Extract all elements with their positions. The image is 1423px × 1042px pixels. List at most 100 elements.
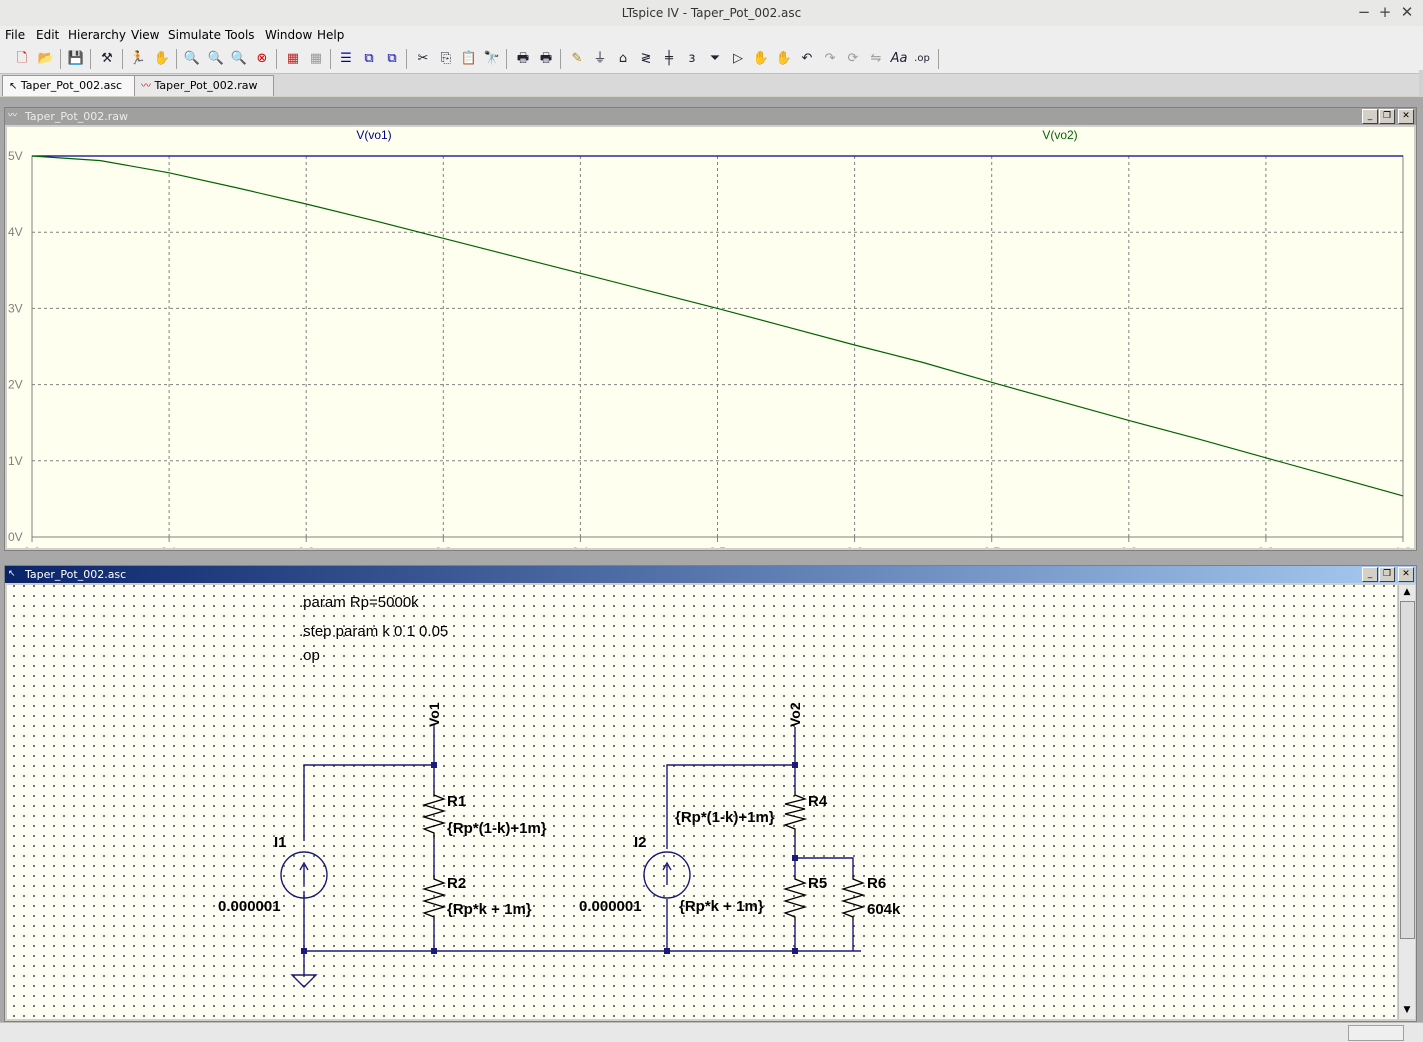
find-icon[interactable]: 🔭 <box>482 49 502 69</box>
resistor-r4-symbol[interactable] <box>783 791 808 835</box>
menu-tools[interactable]: Tools <box>225 28 255 42</box>
component-value-i2[interactable]: 0.000001 <box>579 898 642 915</box>
rotate-icon[interactable]: ⟳ <box>843 49 863 69</box>
menu-view[interactable]: View <box>131 28 159 42</box>
mirror-icon[interactable]: ⇋ <box>866 49 886 69</box>
directive-step[interactable]: .step param k 0 1 0.05 <box>299 623 448 640</box>
menu-file[interactable]: File <box>5 28 25 42</box>
component-name-i1[interactable]: I1 <box>274 834 287 851</box>
scrollbar-thumb[interactable] <box>1400 601 1415 939</box>
component-name-r6[interactable]: R6 <box>867 875 886 892</box>
wire[interactable] <box>795 857 854 875</box>
component-value-r4[interactable]: {Rp*(1-k)+1m} <box>675 809 775 826</box>
tab-waveform[interactable]: 〰 Taper_Pot_002.raw <box>134 75 274 96</box>
copy-icon[interactable]: ⎘ <box>436 49 456 69</box>
y-tick-label: 5V <box>8 149 23 163</box>
zoom-pan-icon[interactable]: 🔍 <box>206 49 226 69</box>
undo-icon[interactable]: ↶ <box>797 49 817 69</box>
component-value-r1[interactable]: {Rp*(1-k)+1m} <box>447 820 547 837</box>
resistor-r5-symbol[interactable] <box>782 875 808 921</box>
menu-simulate[interactable]: Simulate <box>168 28 221 42</box>
ground-icon[interactable]: ⏚ <box>590 49 610 69</box>
zoom-fit-icon[interactable]: ⊗ <box>252 49 272 69</box>
print-icon[interactable]: 🖶 <box>536 49 556 69</box>
trace-label-vo2[interactable]: V(vo2) <box>1042 128 1077 142</box>
component-name-r2[interactable]: R2 <box>447 875 466 892</box>
maximize-icon[interactable]: + <box>1375 3 1395 21</box>
resistor-icon[interactable]: ≷ <box>636 49 656 69</box>
diode-icon[interactable]: ⏷ <box>705 49 725 69</box>
restore-icon[interactable]: ❐ <box>1379 109 1395 124</box>
menu-hierarchy[interactable]: Hierarchy <box>68 28 126 42</box>
component-name-r4[interactable]: R4 <box>808 793 828 810</box>
spice-directive-icon[interactable]: .op <box>912 49 932 69</box>
resistor-r2-symbol[interactable] <box>421 875 447 921</box>
run-icon[interactable]: 🏃 <box>128 49 148 69</box>
tab-schematic[interactable]: ↖ Taper_Pot_002.asc <box>2 75 140 96</box>
component-icon[interactable]: ▷ <box>728 49 748 69</box>
directive-param[interactable]: .param Rp=5000k <box>299 594 419 611</box>
wire[interactable] <box>303 727 435 841</box>
tile-horizontal-icon[interactable]: ☰ <box>336 49 356 69</box>
junctions <box>301 762 798 954</box>
directive-op[interactable]: .op <box>299 647 320 664</box>
component-value-r5[interactable]: {Rp*k + 1m} <box>679 898 764 915</box>
paste-icon[interactable]: 📋 <box>459 49 479 69</box>
component-value-r2[interactable]: {Rp*k + 1m} <box>447 901 532 918</box>
halt-icon[interactable]: ✋ <box>152 49 172 69</box>
close-icon[interactable]: ✕ <box>1398 109 1414 124</box>
minimize-icon[interactable]: _ <box>1362 109 1378 124</box>
save-icon[interactable]: 💾 <box>66 49 86 69</box>
component-name-r5[interactable]: R5 <box>808 875 827 892</box>
waveform-window-title-bar[interactable]: 〰 Taper_Pot_002.raw _ ❐ ✕ <box>5 108 1416 125</box>
move-icon[interactable]: ✋ <box>751 49 771 69</box>
schematic-drawing[interactable]: .param Rp=5000k .step param k 0 1 0.05 .… <box>7 585 1397 1019</box>
scroll-down-icon[interactable]: ▼ <box>1399 1003 1415 1017</box>
component-value-i1[interactable]: 0.000001 <box>218 898 281 915</box>
tile-vertical-icon[interactable]: ⧉ <box>359 49 379 69</box>
open-icon[interactable]: 📂 <box>36 49 56 69</box>
ground-icon[interactable] <box>290 974 318 988</box>
component-name-r1[interactable]: R1 <box>447 793 466 810</box>
schematic-canvas[interactable]: .param Rp=5000k .step param k 0 1 0.05 .… <box>7 585 1397 1019</box>
draw-wire-icon[interactable]: ✎ <box>567 49 587 69</box>
minimize-icon[interactable]: − <box>1354 3 1374 21</box>
waveform-plot-area[interactable]: 0.0 0.1 0.2 0.3 0.4 0.5 0.6 0.7 0.8 0.9 1.0 0V 1V 2V 3… <box>7 127 1414 559</box>
wire[interactable] <box>666 727 796 849</box>
capacitor-icon[interactable]: ╪ <box>659 49 679 69</box>
zoom-out-icon[interactable]: 🔍 <box>229 49 249 69</box>
waveform-window-title: Taper_Pot_002.raw <box>25 110 128 123</box>
trace-label-vo1[interactable]: V(vo1) <box>356 128 391 142</box>
menu-window[interactable]: Window <box>265 28 312 42</box>
zoom-in-icon[interactable]: 🔍 <box>182 49 202 69</box>
redo-icon[interactable]: ↷ <box>820 49 840 69</box>
net-label-vo1[interactable]: Vo1 <box>426 702 442 727</box>
menu-help[interactable]: Help <box>317 28 344 42</box>
waveform-autorange-icon[interactable]: ▦ <box>306 49 326 69</box>
text-icon[interactable]: Aa <box>889 49 909 69</box>
cascade-icon[interactable]: ⧉ <box>382 49 402 69</box>
label-net-icon[interactable]: ⌂ <box>613 49 633 69</box>
waveform-chart[interactable]: 0.0 0.1 0.2 0.3 0.4 0.5 0.6 0.7 0.8 0.9 1.0 0V 1V 2V 3… <box>7 127 1414 559</box>
schematic-window-title-bar[interactable]: ↖ Taper_Pot_002.asc _ ❐ ✕ <box>5 566 1416 583</box>
resistor-r6-symbol[interactable] <box>840 875 866 921</box>
drag-icon[interactable]: ✋ <box>774 49 794 69</box>
schematic-window: ↖ Taper_Pot_002.asc _ ❐ ✕ .param Rp=5000… <box>4 565 1417 1022</box>
scroll-up-icon[interactable]: ▲ <box>1399 585 1415 599</box>
waveform-grid-icon[interactable]: ▦ <box>283 49 303 69</box>
component-value-r6[interactable]: 604k <box>867 901 901 918</box>
net-label-vo2[interactable]: Vo2 <box>787 702 803 727</box>
cut-icon[interactable]: ✂ <box>413 49 433 69</box>
component-name-i2[interactable]: I2 <box>634 834 647 851</box>
close-icon[interactable]: ✕ <box>1398 567 1414 582</box>
menu-edit[interactable]: Edit <box>36 28 59 42</box>
schematic-vertical-scrollbar[interactable]: ▲ ▼ <box>1398 585 1415 1019</box>
print-setup-icon[interactable]: 🖶 <box>513 49 533 69</box>
restore-icon[interactable]: ❐ <box>1379 567 1395 582</box>
inductor-icon[interactable]: з <box>682 49 702 69</box>
minimize-icon[interactable]: _ <box>1362 567 1378 582</box>
new-schematic-icon[interactable]: 🗋 <box>12 49 32 69</box>
resistor-r1-symbol[interactable] <box>421 791 447 839</box>
close-icon[interactable]: ✕ <box>1397 3 1417 21</box>
control-panel-icon[interactable]: ⚒ <box>97 49 117 69</box>
